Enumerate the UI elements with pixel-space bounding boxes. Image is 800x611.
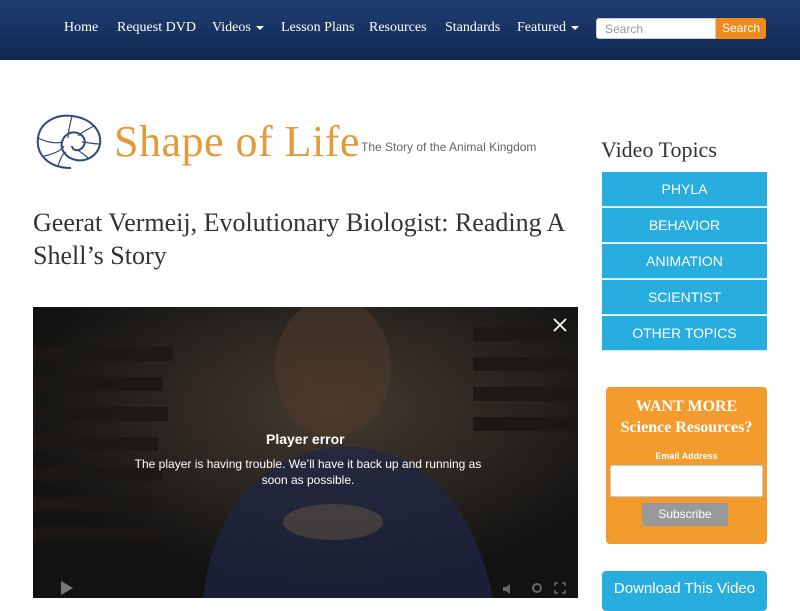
newsletter-heading-line2: Science Resources? (620, 419, 753, 436)
nav-featured-label: Featured (517, 20, 566, 35)
download-video-button[interactable]: Download This Video (602, 571, 767, 611)
topic-animation-button[interactable]: ANIMATION (602, 244, 767, 279)
player-error-message: The player is having trouble. We’ll have… (134, 457, 482, 487)
topic-behavior-button[interactable]: BEHAVIOR (602, 208, 767, 243)
top-navbar: Home Request DVD Videos Lesson Plans Res… (0, 0, 800, 60)
nav-request-dvd[interactable]: Request DVD (117, 0, 196, 56)
email-field[interactable] (610, 465, 763, 497)
video-error-overlay (33, 307, 578, 598)
page-title: Geerat Vermeij, Evolutionary Biologist: … (33, 208, 564, 270)
chevron-down-icon (255, 25, 264, 30)
newsletter-signup-box: WANT MORE Science Resources? Email Addre… (606, 387, 767, 544)
subscribe-button[interactable]: Subscribe (642, 503, 728, 526)
nav-videos-dropdown[interactable]: Videos (212, 0, 264, 56)
nav-home[interactable]: Home (64, 0, 98, 56)
search-button[interactable]: Search (716, 18, 766, 39)
nav-featured-dropdown[interactable]: Featured (517, 0, 579, 56)
nav-videos-label: Videos (212, 20, 251, 35)
close-icon[interactable] (552, 317, 568, 333)
email-address-label: Email Address (655, 451, 718, 461)
volume-icon[interactable] (503, 584, 515, 594)
chevron-down-icon (570, 25, 579, 30)
logo-wordmark: Shape of Life (114, 117, 360, 166)
logo-tagline: The Story of the Animal Kingdom (361, 140, 537, 154)
newsletter-heading-line1: WANT MORE (635, 398, 738, 415)
topic-phyla-button[interactable]: PHYLA (602, 172, 767, 207)
player-error-title: Player error (266, 431, 345, 447)
fullscreen-icon[interactable] (554, 582, 566, 594)
newsletter-heading: WANT MORE Science Resources? (606, 396, 767, 438)
topic-scientist-button[interactable]: SCIENTIST (602, 280, 767, 315)
video-player[interactable]: Player error The player is having troubl… (33, 307, 578, 598)
play-icon[interactable] (60, 580, 74, 596)
nav-standards[interactable]: Standards (445, 0, 500, 56)
site-logo[interactable]: Shape of Life The Story of the Animal Ki… (34, 112, 537, 174)
settings-icon[interactable] (531, 582, 543, 594)
nautilus-shell-icon (36, 114, 102, 169)
nav-lesson-plans[interactable]: Lesson Plans (281, 0, 355, 56)
search-input[interactable] (596, 18, 716, 39)
video-topics-heading: Video Topics (601, 137, 717, 162)
topic-other-topics-button[interactable]: OTHER TOPICS (602, 316, 767, 351)
video-controls (33, 572, 578, 598)
nav-resources[interactable]: Resources (369, 0, 427, 56)
